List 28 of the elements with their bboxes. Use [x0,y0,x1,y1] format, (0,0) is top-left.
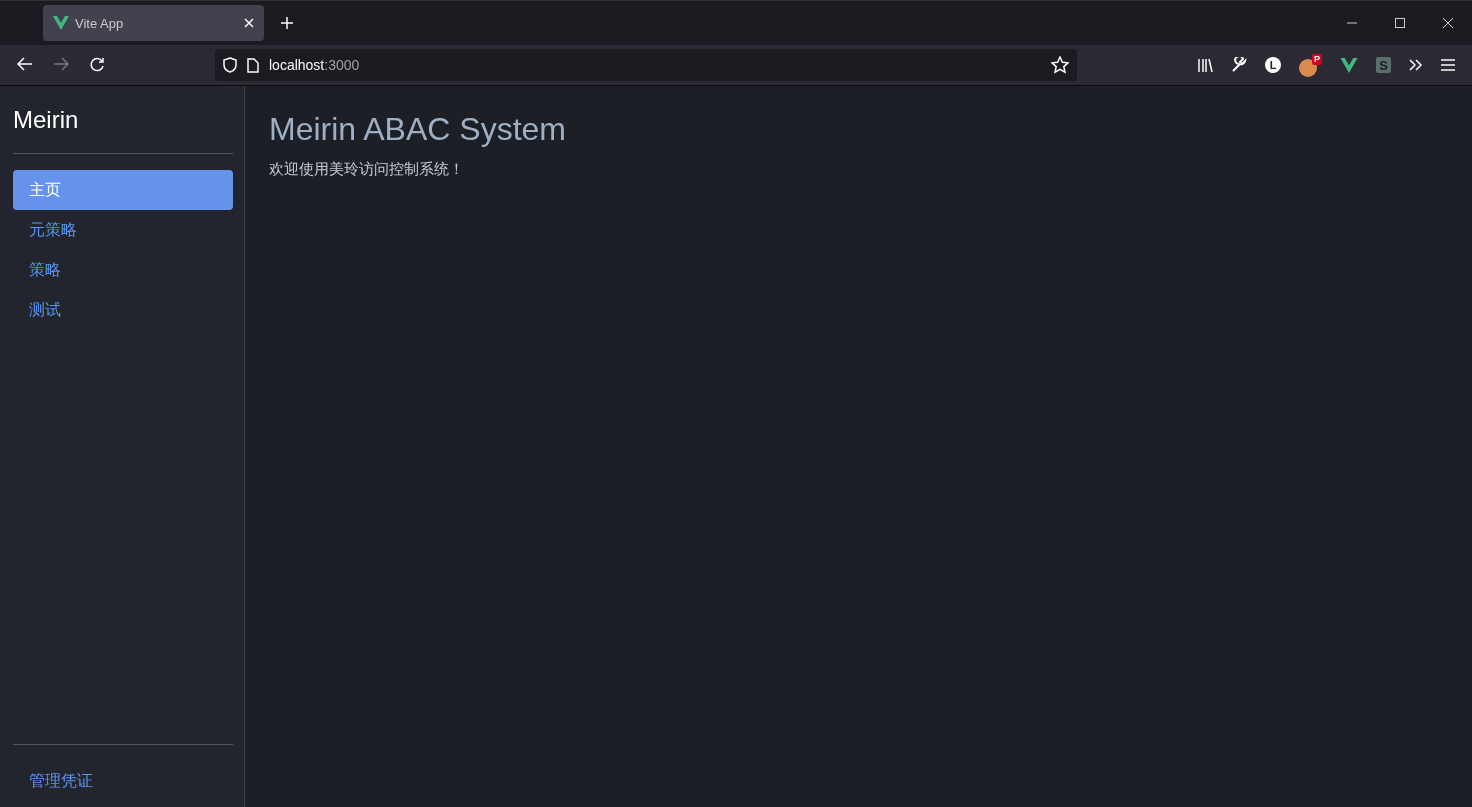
v-logo-icon [53,16,69,30]
star-icon[interactable] [1051,56,1069,74]
nav-item[interactable]: 主页 [13,170,233,210]
tab-title: Vite App [75,15,125,31]
nav-item[interactable]: 策略 [13,250,233,290]
address-bar[interactable]: localhost:3000 [215,49,1077,81]
v-logo-icon[interactable] [1340,57,1358,73]
nav-item[interactable]: 测试 [13,290,233,330]
page-heading: Meirin ABAC System [269,111,567,148]
brand-title: Meirin [13,106,80,134]
new-tab-icon[interactable] [280,16,294,30]
shield-icon [223,57,237,73]
extension-icon[interactable]: S [1376,57,1391,73]
forward-icon[interactable] [53,57,69,71]
menu-icon[interactable] [1441,59,1455,71]
nav-item[interactable]: 管理凭证 [13,761,233,801]
reload-icon[interactable] [89,57,105,73]
url-text: localhost:3000 [269,57,361,73]
chevrons-icon[interactable] [1409,59,1423,71]
maximize-icon[interactable] [1395,18,1405,28]
close-icon[interactable] [1443,18,1453,28]
nav-item[interactable]: 元策略 [13,210,233,250]
browser-tab[interactable]: Vite App [43,5,264,41]
extension-icon[interactable]: L [1265,57,1281,73]
back-icon[interactable] [17,57,33,71]
library-icon[interactable] [1197,58,1213,72]
page-icon [247,57,259,73]
welcome-text: 欢迎使用美玲访问控制系统！ [269,160,465,179]
